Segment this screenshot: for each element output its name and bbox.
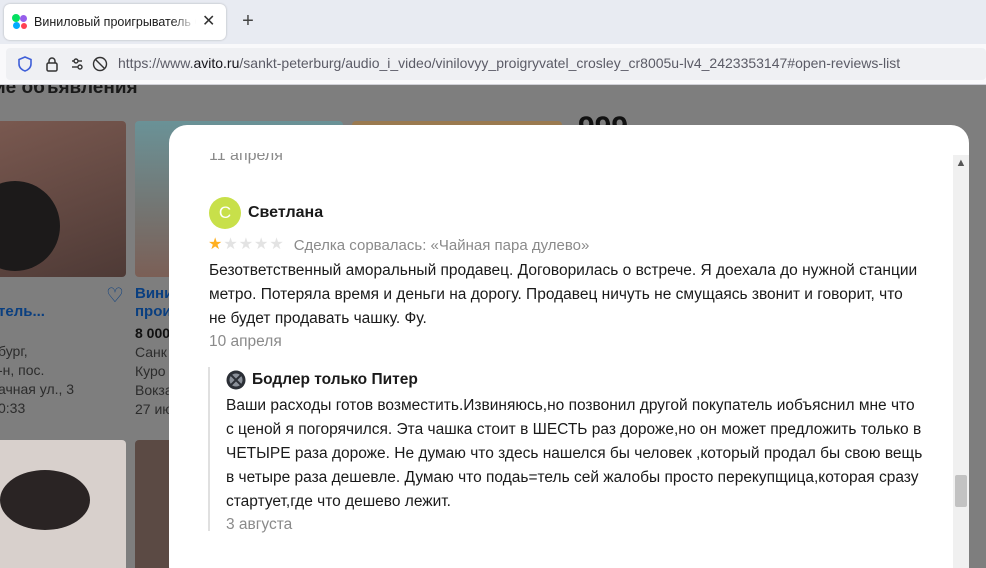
avatar[interactable]: С bbox=[209, 197, 241, 229]
listing-time-2: 27 ию bbox=[135, 401, 173, 417]
address-bar[interactable]: https://www.avito.ru/sankt-peterburg/aud… bbox=[6, 48, 986, 80]
listing-image-1[interactable] bbox=[0, 121, 126, 277]
tab-bar: Виниловый проигрыватель Crosley ✕ + bbox=[0, 0, 986, 44]
vinyl-record-icon bbox=[0, 181, 60, 271]
tracker-blocked-icon[interactable] bbox=[92, 56, 108, 72]
star-empty-icon: ★ bbox=[269, 236, 284, 253]
tab-title: Виниловый проигрыватель Crosley bbox=[34, 15, 196, 29]
url-path: /sankt-peterburg/audio_i_video/vinilovyy… bbox=[239, 55, 901, 71]
tracking-protection-shield-icon[interactable] bbox=[17, 56, 33, 72]
listing-title-1[interactable]: тель... bbox=[0, 303, 45, 320]
listing-location-1b: -н, пос. bbox=[0, 362, 45, 378]
permissions-icon[interactable] bbox=[71, 56, 87, 72]
tab-close-icon[interactable]: ✕ bbox=[202, 14, 215, 30]
similar-ads-heading: ие объявления bbox=[0, 85, 138, 98]
scrollbar-thumb[interactable] bbox=[955, 475, 967, 507]
turntable-icon bbox=[0, 470, 90, 530]
review-date: 10 апреля bbox=[209, 333, 282, 350]
deal-status: Сделка сорвалась: «Чайная пара дулево» bbox=[293, 236, 590, 254]
browser-tab-active[interactable]: Виниловый проигрыватель Crosley ✕ bbox=[4, 4, 226, 40]
listing-location-2c: Вокза bbox=[135, 382, 173, 398]
seller-reply: Бодлер только Питер Ваши расходы готов в… bbox=[208, 367, 928, 533]
listing-title-2b[interactable]: прои bbox=[135, 303, 172, 320]
listing-location-1: бург, bbox=[0, 343, 28, 359]
star-empty-icon: ★ bbox=[238, 236, 254, 253]
modal-scrollbar[interactable]: ▲ bbox=[953, 155, 969, 568]
listing-location-2: Санк bbox=[135, 344, 167, 360]
url-prefix: https://www. bbox=[118, 55, 194, 71]
scroll-up-arrow-icon[interactable]: ▲ bbox=[953, 157, 969, 169]
review-text: Безответственный аморальный продавец. До… bbox=[209, 262, 918, 327]
reply-date: 3 августа bbox=[226, 516, 293, 533]
reply-header: Бодлер только Питер bbox=[226, 370, 418, 390]
favorite-heart-icon[interactable]: ♡ bbox=[106, 283, 124, 308]
listing-time-1: 0:33 bbox=[0, 400, 26, 416]
seller-avatar-icon[interactable] bbox=[226, 370, 246, 390]
listing-price-2: 8 000 bbox=[135, 325, 171, 341]
url-text[interactable]: https://www.avito.ru/sankt-peterburg/aud… bbox=[118, 55, 900, 71]
previous-review-date: 11 апреля bbox=[209, 147, 283, 164]
avito-favicon-icon bbox=[12, 14, 28, 30]
review-rating-row: ★ ★ ★ ★ ★ Сделка сорвалась: «Чайная пара… bbox=[208, 236, 589, 254]
reply-text: Ваши расходы готов возместить.Извиняюсь,… bbox=[226, 397, 923, 510]
listing-image-4[interactable] bbox=[0, 440, 126, 568]
seller-name[interactable]: Бодлер только Питер bbox=[252, 371, 418, 389]
star-filled-icon: ★ bbox=[208, 236, 223, 253]
listing-title-2[interactable]: Вини bbox=[135, 285, 173, 302]
star-empty-icon: ★ bbox=[254, 236, 269, 253]
url-domain: avito.ru bbox=[193, 55, 240, 71]
reviews-modal: 11 апреля С Светлана ★ ★ ★ ★ ★ Сделка со… bbox=[169, 125, 969, 568]
lock-icon[interactable] bbox=[44, 56, 60, 72]
review-author[interactable]: Светлана bbox=[248, 204, 323, 222]
review-header: С Светлана bbox=[209, 197, 323, 229]
new-tab-button[interactable]: + bbox=[238, 10, 258, 34]
listing-location-2b: Куро bbox=[135, 363, 166, 379]
listing-location-1c: ачная ул., 3 bbox=[0, 381, 75, 397]
star-empty-icon: ★ bbox=[223, 236, 238, 253]
navigation-bar: https://www.avito.ru/sankt-peterburg/aud… bbox=[0, 44, 986, 85]
